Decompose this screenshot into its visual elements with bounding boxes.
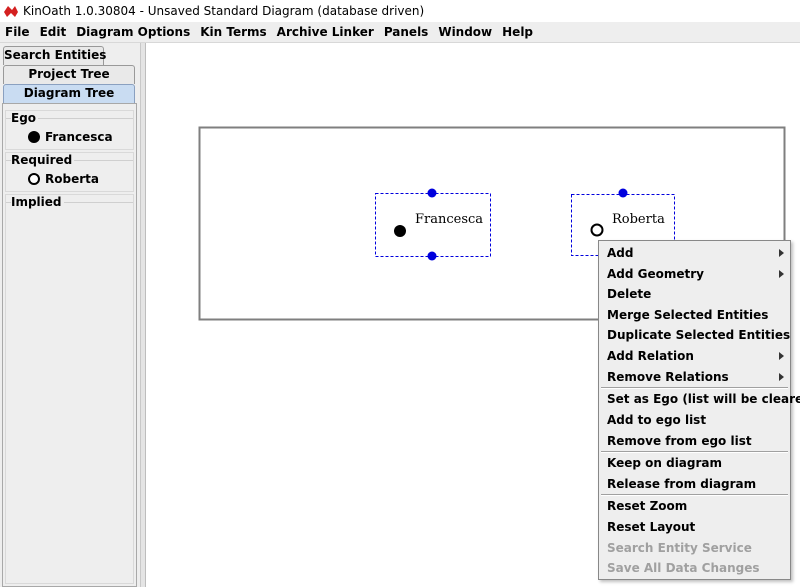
menu-item-delete[interactable]: Delete xyxy=(599,284,790,304)
entity-name: Roberta xyxy=(45,172,99,186)
menu-item-label: Merge Selected Entities xyxy=(607,308,769,322)
menu-item-add-geometry[interactable]: Add Geometry xyxy=(599,264,790,284)
tree-entity-francesca[interactable]: Francesca xyxy=(28,130,113,144)
menu-item-label: Add xyxy=(607,246,634,260)
implied-group: Implied xyxy=(5,194,134,584)
menu-item-label: Add Relation xyxy=(607,349,694,363)
submenu-arrow-icon xyxy=(779,373,784,381)
tab-project-tree[interactable]: Project Tree xyxy=(3,65,135,84)
diagram-tree-panel: Ego Francesca Required Roberta Implied xyxy=(2,103,137,587)
menu-item-label: Set as Ego (list will be cleared) xyxy=(607,392,800,406)
menu-item-label: Reset Layout xyxy=(607,520,696,534)
entity-name: Francesca xyxy=(45,130,113,144)
menu-archive-linker[interactable]: Archive Linker xyxy=(272,22,379,42)
menu-item-add[interactable]: Add xyxy=(599,243,790,263)
menu-item-merge-selected-entities[interactable]: Merge Selected Entities xyxy=(599,305,790,325)
menu-item-label: Search Entity Service xyxy=(607,541,752,555)
entity-label: Francesca xyxy=(415,212,483,227)
open-circle-icon xyxy=(28,173,40,185)
title-bar: KinOath 1.0.30804 - Unsaved Standard Dia… xyxy=(0,0,800,22)
filled-circle-icon xyxy=(28,131,40,143)
menu-diagram-options[interactable]: Diagram Options xyxy=(71,22,195,42)
left-panel: Search Entities Project Tree Diagram Tre… xyxy=(0,43,140,587)
menu-item-label: Save All Data Changes xyxy=(607,561,760,575)
menu-item-release-from-diagram[interactable]: Release from diagram xyxy=(599,474,790,494)
menu-item-set-as-ego[interactable]: Set as Ego (list will be cleared) xyxy=(599,389,800,409)
menu-item-search-entity-service: Search Entity Service xyxy=(599,538,790,558)
menu-item-label: Add Geometry xyxy=(607,267,704,281)
menu-item-reset-layout[interactable]: Reset Layout xyxy=(599,517,790,537)
menu-item-add-to-ego-list[interactable]: Add to ego list xyxy=(599,410,790,430)
menu-help[interactable]: Help xyxy=(497,22,538,42)
implied-group-label: Implied xyxy=(11,195,64,209)
required-group: Required Roberta xyxy=(5,152,134,192)
filled-circle-icon xyxy=(394,225,406,237)
submenu-arrow-icon xyxy=(779,249,784,257)
open-circle-icon xyxy=(590,223,604,237)
menu-item-label: Reset Zoom xyxy=(607,499,688,513)
submenu-arrow-icon xyxy=(779,352,784,360)
kinoath-app-icon xyxy=(4,6,18,17)
menu-item-keep-on-diagram[interactable]: Keep on diagram xyxy=(599,453,790,473)
menu-item-label: Duplicate Selected Entities xyxy=(607,328,791,342)
ego-group-label: Ego xyxy=(11,111,39,125)
selection-handle[interactable] xyxy=(427,251,437,261)
menu-item-label: Remove Relations xyxy=(607,370,729,384)
menu-item-save-all-data-changes: Save All Data Changes xyxy=(599,558,790,578)
window-title: KinOath 1.0.30804 - Unsaved Standard Dia… xyxy=(23,4,425,18)
menu-kin-terms[interactable]: Kin Terms xyxy=(195,22,271,42)
context-menu: Add Add Geometry Delete Merge Selected E… xyxy=(598,240,800,580)
menu-bar: File Edit Diagram Options Kin Terms Arch… xyxy=(0,22,800,43)
entity-label: Roberta xyxy=(612,212,665,227)
tab-search-entities[interactable]: Search Entities xyxy=(3,46,106,65)
menu-item-remove-from-ego-list[interactable]: Remove from ego list xyxy=(599,431,790,451)
ego-group: Ego Francesca xyxy=(5,110,134,150)
menu-item-duplicate-selected-entities[interactable]: Duplicate Selected Entities xyxy=(599,325,790,345)
menu-panels[interactable]: Panels xyxy=(379,22,434,42)
menu-item-label: Remove from ego list xyxy=(607,434,752,448)
tree-entity-roberta[interactable]: Roberta xyxy=(28,172,99,186)
menu-item-reset-zoom[interactable]: Reset Zoom xyxy=(599,496,790,516)
menu-item-label: Add to ego list xyxy=(607,413,707,427)
menu-edit[interactable]: Edit xyxy=(35,22,72,42)
required-group-label: Required xyxy=(11,153,75,167)
menu-file[interactable]: File xyxy=(0,22,35,42)
tab-diagram-tree[interactable]: Diagram Tree xyxy=(3,84,135,103)
menu-item-label: Keep on diagram xyxy=(607,456,723,470)
menu-window[interactable]: Window xyxy=(433,22,497,42)
menu-item-remove-relations[interactable]: Remove Relations xyxy=(599,367,790,387)
selection-handle[interactable] xyxy=(618,188,628,198)
selection-handle[interactable] xyxy=(427,188,437,198)
menu-item-add-relation[interactable]: Add Relation xyxy=(599,346,790,366)
menu-item-label: Release from diagram xyxy=(607,477,757,491)
submenu-arrow-icon xyxy=(779,270,784,278)
menu-item-label: Delete xyxy=(607,287,652,301)
